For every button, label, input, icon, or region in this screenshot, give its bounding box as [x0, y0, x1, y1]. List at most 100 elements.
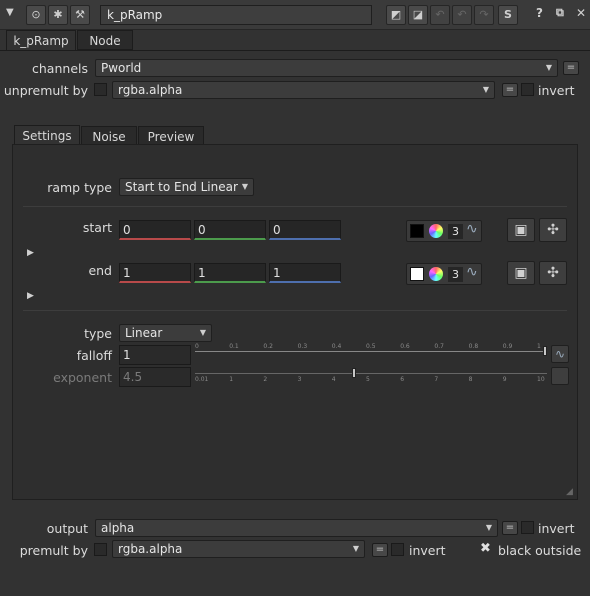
output-invert-label: invert	[538, 521, 575, 536]
falloff-slider-track	[195, 351, 547, 352]
falloff-label: falloff	[76, 348, 112, 363]
end-b-field[interactable]: 1	[269, 263, 341, 283]
chevron-down-icon: ▼	[485, 523, 492, 532]
end-folder-button[interactable]: ▣	[507, 261, 535, 285]
falloff-tick-label: 0.7	[434, 343, 444, 350]
falloff-tick-label: 0.2	[263, 343, 273, 350]
output-invert-checkbox[interactable]	[521, 521, 534, 534]
start-color-wheel-icon[interactable]	[429, 224, 443, 238]
chevron-down-icon: ▼	[482, 85, 489, 94]
ramp-type-label: ramp type	[47, 180, 112, 195]
end-expand-triangle-icon[interactable]: ▶	[27, 291, 34, 301]
exponent-tick-label: 6	[400, 376, 405, 383]
wrench-icon[interactable]: ⚒	[70, 5, 90, 25]
falloff-field[interactable]: 1	[119, 345, 191, 365]
ramp-type-select[interactable]: Start to End Linear ▼	[119, 178, 254, 196]
type-select[interactable]: Linear ▼	[119, 324, 212, 342]
start-pick-position-button[interactable]: ✣	[539, 218, 567, 242]
chevron-down-icon: ▼	[352, 544, 359, 553]
start-r-field[interactable]: 0	[119, 220, 191, 240]
tab-preview[interactable]: Preview	[138, 126, 204, 146]
falloff-tick-label: 0.1	[229, 343, 239, 350]
unpremult-select[interactable]: rgba.alpha ▼	[112, 81, 495, 99]
settings-panel: ramp type Start to End Linear ▼ start 0 0…	[12, 144, 578, 500]
start-g-field[interactable]: 0	[194, 220, 266, 240]
falloff-curve-icon[interactable]: ∿	[551, 345, 569, 363]
falloff-tick-label: 0.9	[502, 343, 513, 350]
start-expand-triangle-icon[interactable]: ▶	[27, 248, 34, 258]
premult-select[interactable]: rgba.alpha ▼	[112, 540, 365, 558]
premult-label: premult by	[19, 543, 88, 558]
title-bar: ▼ ⊙ ✱ ⚒ k_pRamp ◩ ◪ ↶ ↶ ↷ S ? ⧉ ✕	[0, 0, 590, 30]
float-panel-icon[interactable]: ⧉	[556, 6, 564, 20]
tab-node[interactable]: Node	[77, 30, 133, 50]
end-r-field[interactable]: 1	[119, 263, 191, 283]
start-b-field[interactable]: 0	[269, 220, 341, 240]
unpremult-link-button[interactable]: =	[502, 83, 518, 97]
end-g-field[interactable]: 1	[194, 263, 266, 283]
exponent-curve-button[interactable]	[551, 367, 569, 385]
premult-link-button[interactable]: =	[372, 543, 388, 557]
end-channel-count[interactable]: 3	[448, 267, 463, 282]
collapse-triangle-icon[interactable]: ▼	[6, 7, 14, 18]
color-picker-icon[interactable]: ◩	[386, 5, 406, 25]
end-color-swatch[interactable]	[410, 267, 424, 281]
exponent-tick-label: 10	[537, 376, 545, 383]
end-pick-position-button[interactable]: ✣	[539, 261, 567, 285]
undo-disabled-icon[interactable]: ↶	[452, 5, 472, 25]
premult-invert-checkbox[interactable]	[391, 543, 404, 556]
exponent-tick-label: 2	[263, 376, 268, 383]
end-color-wheel-icon[interactable]	[429, 267, 443, 281]
falloff-tick-label: 1	[537, 343, 541, 350]
exponent-slider-handle[interactable]	[351, 368, 356, 378]
falloff-tick-label: 0.8	[468, 343, 479, 350]
script-icon[interactable]: S	[498, 5, 518, 25]
exponent-tick-label: 9	[502, 376, 507, 383]
start-curve-icon[interactable]: ∿	[466, 221, 478, 237]
viewer-icon[interactable]: ⊙	[26, 5, 46, 25]
falloff-slider[interactable]: 0 0.1 0.2 0.3 0.4 0.5 0.6 0.7 0.8 0.9 1	[195, 343, 547, 365]
exponent-tick-label: 3	[297, 376, 302, 383]
bug-icon[interactable]: ✱	[48, 5, 68, 25]
exponent-field[interactable]: 4.5	[119, 367, 191, 387]
exponent-tick-label: 5	[366, 376, 370, 383]
black-outside-checkbox[interactable]: ✖	[480, 541, 491, 556]
chevron-down-icon: ▼	[545, 63, 552, 72]
unpremult-label: unpremult by	[3, 83, 88, 98]
exponent-tick-label: 1	[229, 376, 234, 383]
falloff-slider-handle[interactable]	[543, 346, 547, 356]
output-label: output	[46, 521, 88, 536]
falloff-tick-label: 0.3	[297, 343, 308, 350]
output-select[interactable]: alpha ▼	[95, 519, 498, 537]
channels-link-button[interactable]: =	[563, 61, 579, 75]
exponent-slider[interactable]: 0.01 1 2 3 4 5 6 7 8 9 10	[195, 367, 547, 387]
exponent-tick-label: 7	[434, 376, 439, 383]
tab-noise[interactable]: Noise	[81, 126, 137, 146]
channels-select[interactable]: Pworld ▼	[95, 59, 558, 77]
falloff-tick-label: 0.5	[366, 343, 376, 350]
chevron-down-icon: ▼	[241, 182, 248, 191]
tab-settings[interactable]: Settings	[14, 125, 80, 145]
end-curve-icon[interactable]: ∿	[466, 264, 478, 280]
unpremult-invert-checkbox[interactable]	[521, 83, 534, 96]
falloff-tick-label: 0.6	[400, 343, 410, 350]
channels-label: channels	[32, 61, 88, 76]
color-picker-alt-icon[interactable]: ◪	[408, 5, 428, 25]
close-icon[interactable]: ✕	[576, 6, 586, 20]
output-link-button[interactable]: =	[502, 521, 518, 535]
exponent-tick-label: 0.01	[195, 376, 209, 383]
premult-checkbox[interactable]	[94, 543, 107, 556]
start-color-swatch[interactable]	[410, 224, 424, 238]
redo-icon[interactable]: ↷	[474, 5, 494, 25]
undo-icon[interactable]: ↶	[430, 5, 450, 25]
start-channel-count[interactable]: 3	[448, 224, 463, 239]
output-value: alpha	[101, 521, 135, 535]
start-folder-button[interactable]: ▣	[507, 218, 535, 242]
tab-k-pramp[interactable]: k_pRamp	[6, 30, 76, 50]
unpremult-checkbox[interactable]	[94, 83, 107, 96]
type-value: Linear	[125, 326, 163, 340]
node-name-field[interactable]: k_pRamp	[100, 5, 372, 25]
unpremult-value: rgba.alpha	[118, 83, 183, 97]
help-button[interactable]: ?	[536, 6, 543, 20]
resize-grip-icon[interactable]: ◢	[566, 487, 573, 497]
